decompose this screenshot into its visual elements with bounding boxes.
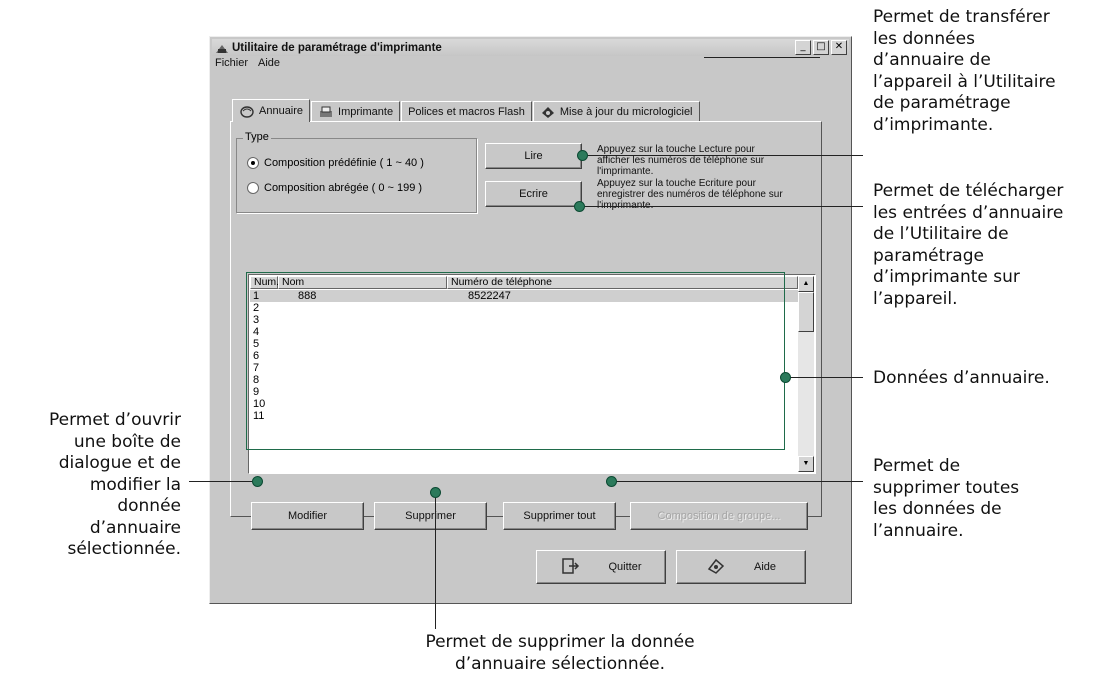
quit-button[interactable]: Quitter	[536, 550, 666, 584]
annotation-write: Permet de télécharger les entrées d’annua…	[873, 181, 1064, 309]
annotation-read: Permet de transférer les données d’annuair…	[873, 7, 1056, 135]
scroll-down-arrow-icon[interactable]: ▼	[798, 456, 814, 472]
annotation-delete: Permet de supprimer la donnée d’annuaire …	[425, 632, 695, 674]
firmware-icon	[540, 106, 556, 119]
marker-delete-all	[606, 476, 617, 487]
connector-read-top	[704, 57, 820, 58]
annotation-edit: Permet d’ouvrir une boîte de dialogue et d…	[48, 410, 181, 559]
marker-read	[577, 150, 588, 161]
tab-printer[interactable]: Imprimante	[311, 101, 401, 123]
scroll-up-arrow-icon[interactable]: ▲	[798, 276, 814, 292]
read-button[interactable]: Lire	[485, 143, 582, 169]
app-icon	[215, 42, 229, 54]
title-bar: Utilitaire de paramétrage d'imprimante _…	[212, 39, 849, 56]
help-icon	[706, 557, 726, 578]
edit-button[interactable]: Modifier	[251, 502, 364, 530]
list-highlight-frame	[246, 272, 785, 450]
printer-icon	[318, 106, 334, 119]
connector-data	[788, 377, 863, 378]
maximize-button[interactable]: □	[813, 40, 829, 55]
annotation-delete-all: Permet de supprimer toutes les données de…	[873, 456, 1020, 541]
vertical-scrollbar[interactable]: ▲ ▼	[798, 276, 814, 472]
radio-indicator	[247, 157, 259, 169]
delete-all-button[interactable]: Supprimer tout	[503, 502, 616, 530]
marker-data	[780, 372, 791, 383]
window-title: Utilitaire de paramétrage d'imprimante	[232, 41, 442, 54]
minimize-button[interactable]: _	[795, 40, 811, 55]
annotation-data: Données d’annuaire.	[873, 368, 1050, 388]
delete-button[interactable]: Supprimer	[374, 502, 487, 530]
read-description: Appuyez sur la touche Lecture pour affich…	[597, 144, 765, 177]
menu-help[interactable]: Aide	[258, 57, 280, 73]
marker-edit	[252, 476, 263, 487]
tab-strip: Annuaire Imprimante Polices et macros Fl…	[232, 99, 701, 123]
menu-bar: Fichier Aide	[212, 57, 280, 73]
radio-indicator	[247, 182, 259, 194]
connector-delete	[435, 494, 436, 629]
tab-fonts-macros[interactable]: Polices et macros Flash	[401, 101, 532, 123]
connector-edit	[189, 481, 258, 482]
radio-preset-dial[interactable]: Composition prédéfinie ( 1 ~ 40 )	[247, 157, 424, 169]
write-button[interactable]: Ecrire	[485, 181, 582, 207]
marker-write	[574, 201, 585, 212]
connector-write	[581, 206, 863, 207]
connector-read	[583, 155, 863, 156]
connector-delete-all	[614, 481, 863, 482]
phonebook-icon	[239, 105, 255, 118]
quit-icon	[560, 557, 580, 578]
type-legend: Type	[243, 131, 271, 143]
group-dial-button: Composition de groupe...	[630, 502, 808, 530]
help-button[interactable]: Aide	[676, 550, 806, 584]
menu-file[interactable]: Fichier	[215, 57, 248, 73]
radio-speed-dial[interactable]: Composition abrégée ( 0 ~ 199 )	[247, 182, 422, 194]
scroll-thumb[interactable]	[798, 292, 814, 332]
type-group: Type Composition prédéfinie ( 1 ~ 40 ) C…	[236, 131, 477, 213]
marker-delete	[430, 487, 441, 498]
tab-firmware[interactable]: Mise à jour du micrologiciel	[532, 101, 700, 123]
tab-phonebook[interactable]: Annuaire	[232, 99, 311, 122]
close-button[interactable]: ✕	[831, 40, 847, 55]
